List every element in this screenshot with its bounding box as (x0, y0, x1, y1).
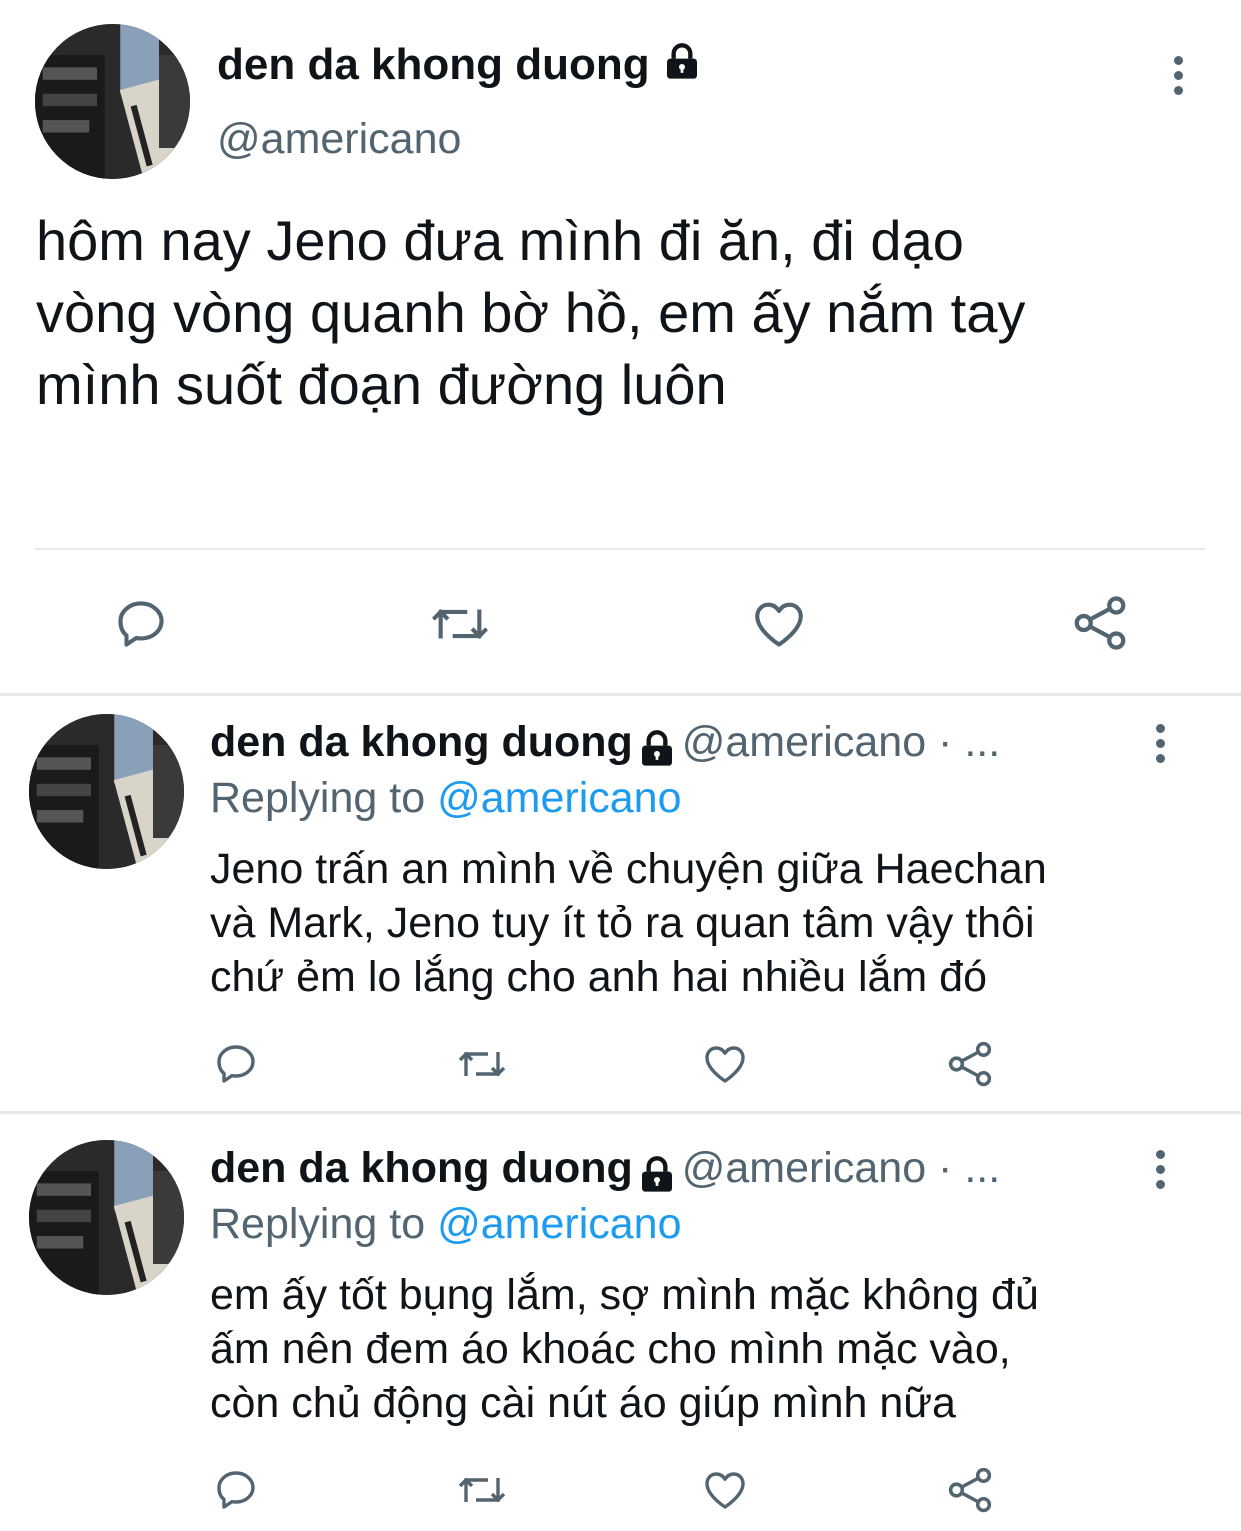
replying-to: Replying to @americano (210, 1200, 682, 1249)
avatar[interactable] (29, 1140, 184, 1295)
author-name[interactable]: den da khong duong (210, 1144, 633, 1192)
comment-icon[interactable] (212, 1466, 260, 1514)
share-icon[interactable] (1070, 593, 1130, 653)
reply-header: den da khong duong @americano · ... (210, 1144, 1000, 1200)
author-handle[interactable]: @americano · ... (682, 1144, 1000, 1192)
avatar[interactable] (29, 714, 184, 869)
retweet-icon[interactable] (428, 595, 492, 653)
divider (35, 548, 1205, 550)
tweet-text: em ấy tốt bụng lắm, sợ mình mặc không đủ… (210, 1271, 1039, 1427)
avatar[interactable] (35, 24, 190, 179)
lock-icon (662, 42, 702, 93)
share-icon[interactable] (945, 1039, 995, 1089)
reply-header: den da khong duong @americano · ... (210, 718, 1000, 774)
replying-to: Replying to @americano (210, 774, 682, 823)
replying-to-link[interactable]: @americano (437, 774, 681, 822)
lock-icon (637, 1155, 677, 1200)
retweet-icon[interactable] (455, 1466, 509, 1514)
tweet-text: hôm nay Jeno đưa mình đi ăn, đi dạo vòng… (36, 209, 1026, 416)
more-options-icon[interactable] (1150, 724, 1170, 769)
replying-to-prefix: Replying to (210, 774, 438, 822)
heart-icon[interactable] (750, 595, 808, 653)
tweet-text: Jeno trấn an mình về chuyện giữa Haechan… (210, 845, 1047, 1001)
author-name[interactable]: den da khong duong (210, 718, 633, 766)
retweet-icon[interactable] (455, 1040, 509, 1088)
heart-icon[interactable] (701, 1466, 749, 1514)
comment-icon[interactable] (212, 1040, 260, 1088)
author-handle[interactable]: @americano (217, 115, 461, 164)
lock-icon (637, 729, 677, 774)
comment-icon[interactable] (112, 595, 170, 653)
author-name-text: den da khong duong (217, 40, 650, 89)
heart-icon[interactable] (701, 1040, 749, 1088)
replying-to-prefix: Replying to (210, 1200, 438, 1248)
divider (0, 693, 1241, 696)
more-options-icon[interactable] (1168, 56, 1188, 101)
divider (0, 1111, 1241, 1114)
share-icon[interactable] (945, 1465, 995, 1515)
author-name[interactable]: den da khong duong (217, 40, 702, 93)
more-options-icon[interactable] (1150, 1150, 1170, 1195)
replying-to-link[interactable]: @americano (437, 1200, 681, 1248)
author-handle[interactable]: @americano · ... (682, 718, 1000, 766)
